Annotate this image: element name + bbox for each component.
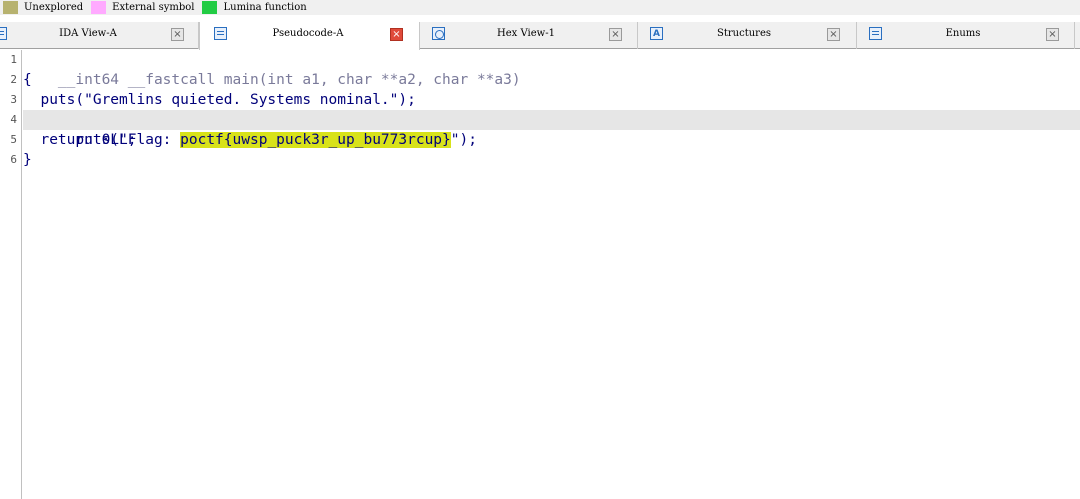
line-number: 4 xyxy=(10,113,17,126)
code-line-puts-status[interactable]: puts("Gremlins quieted. Systems nominal.… xyxy=(23,90,1080,110)
tab-label: Structures xyxy=(717,28,771,39)
close-icon[interactable]: × xyxy=(827,28,840,41)
pseudocode-icon xyxy=(214,27,227,40)
tab-label: Hex View-1 xyxy=(497,28,555,39)
legend-label: External symbol xyxy=(112,2,195,13)
line-number: 3 xyxy=(10,93,17,106)
close-icon[interactable]: × xyxy=(390,28,403,41)
external-symbol-swatch xyxy=(91,1,107,14)
unexplored-swatch xyxy=(3,1,18,14)
line-number: 5 xyxy=(10,133,17,146)
pseudocode-view[interactable]: __int64 __fastcall main(int a1, char **a… xyxy=(23,50,1080,499)
legend-item-lumina-function: Lumina function xyxy=(202,0,307,15)
legend-item-external-symbol: External symbol xyxy=(91,0,194,15)
code-line-puts-flag[interactable]: puts("Flag: poctf{uwsp_puck3r_up_bu773rc… xyxy=(23,110,1080,148)
code-line-close-brace[interactable]: } xyxy=(23,150,1080,170)
tab-hex-view-1[interactable]: Hex View-1 × xyxy=(420,22,638,49)
line-number: 1 xyxy=(10,53,17,66)
color-legend: Unexplored External symbol Lumina functi… xyxy=(0,0,1080,15)
tab-ida-view-a[interactable]: IDA View-A × xyxy=(0,22,199,49)
close-icon[interactable]: × xyxy=(171,28,184,41)
tab-label: Pseudocode-A xyxy=(272,28,344,39)
line-number: 2 xyxy=(10,73,17,86)
line-number-gutter: 1 2 3 4 5 6 xyxy=(0,50,22,499)
code-line-open-brace[interactable]: { xyxy=(23,70,1080,90)
legend-label: Lumina function xyxy=(223,2,307,13)
tab-bar: IDA View-A × Pseudocode-A × Hex View-1 ×… xyxy=(0,22,1080,50)
tab-pseudocode-a[interactable]: Pseudocode-A × xyxy=(199,22,420,50)
legend-item-unexplored: Unexplored xyxy=(3,0,83,15)
tab-label: IDA View-A xyxy=(59,28,117,39)
line-number: 6 xyxy=(10,153,17,166)
tab-structures[interactable]: A Structures × xyxy=(638,22,857,49)
hex-view-icon xyxy=(432,27,445,40)
code-line-return[interactable]: return 0LL; xyxy=(23,130,1080,150)
close-icon[interactable]: × xyxy=(609,28,622,41)
structures-icon: A xyxy=(650,27,663,40)
ida-view-icon xyxy=(0,27,7,40)
close-icon[interactable]: × xyxy=(1046,28,1059,41)
legend-label: Unexplored xyxy=(24,2,84,13)
tab-enums[interactable]: Enums × xyxy=(857,22,1075,49)
code-line-signature[interactable]: __int64 __fastcall main(int a1, char **a… xyxy=(23,50,1080,88)
enums-icon xyxy=(869,27,882,40)
tab-label: Enums xyxy=(945,28,981,39)
lumina-function-swatch xyxy=(202,1,218,14)
